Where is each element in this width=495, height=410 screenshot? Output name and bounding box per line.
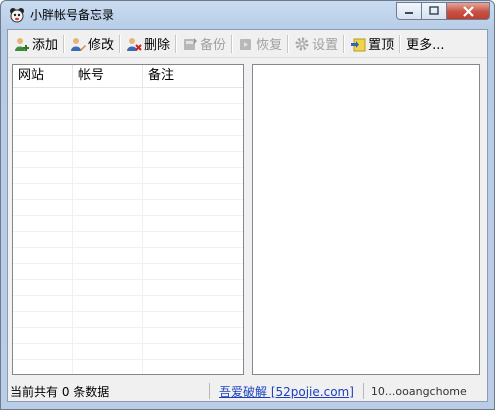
empty-grid-row bbox=[13, 296, 243, 312]
backup-label: 备份 bbox=[200, 38, 227, 53]
empty-grid-row bbox=[13, 216, 243, 232]
maximize-button[interactable] bbox=[422, 2, 447, 20]
pin-top-label: 置顶 bbox=[368, 38, 395, 53]
empty-grid-row bbox=[13, 168, 243, 184]
toolbar-separator bbox=[175, 34, 178, 53]
empty-grid-row bbox=[13, 312, 243, 328]
toolbar-separator bbox=[63, 34, 66, 53]
client-area: 添加 修改 删除 备份 恢复 设置 置顶 更多... 网站 帐号 备注 当前共有… bbox=[7, 29, 488, 402]
empty-grid-row bbox=[13, 344, 243, 360]
pin-top-icon bbox=[351, 38, 366, 51]
delete-label: 删除 bbox=[144, 38, 171, 53]
close-icon bbox=[462, 5, 474, 17]
empty-grid-row bbox=[13, 152, 243, 168]
more-button[interactable]: 更多... bbox=[403, 33, 447, 55]
column-header-note[interactable]: 备注 bbox=[143, 65, 233, 87]
edit-button[interactable]: 修改 bbox=[67, 33, 117, 55]
toolbar-separator bbox=[399, 34, 402, 53]
restore-button[interactable]: 恢复 bbox=[235, 33, 285, 55]
app-window: 小胖帐号备忘录 添加 修改 删除 备份 恢复 设置 置顶 更多... 网站 帐号… bbox=[0, 0, 495, 410]
empty-grid-row bbox=[13, 104, 243, 120]
empty-grid-row bbox=[13, 280, 243, 296]
record-count: 当前共有 0 条数据 bbox=[10, 384, 110, 399]
window-title: 小胖帐号备忘录 bbox=[30, 8, 115, 22]
toolbar-separator bbox=[231, 34, 234, 53]
list-header: 网站 帐号 备注 bbox=[13, 65, 243, 88]
status-url: 10...ooangchome bbox=[370, 384, 467, 398]
list-grid bbox=[13, 88, 243, 374]
delete-button[interactable]: 删除 bbox=[123, 33, 173, 55]
edit-user-icon bbox=[71, 37, 87, 51]
empty-grid-row bbox=[13, 120, 243, 136]
status-bar: 当前共有 0 条数据 吾爱破解 [52pojie.com] 10...ooang… bbox=[8, 381, 487, 401]
empty-grid-row bbox=[13, 136, 243, 152]
website-link[interactable]: 吾爱破解 [52pojie.com] bbox=[213, 383, 360, 400]
toolbar-separator bbox=[119, 34, 122, 53]
empty-grid-row bbox=[13, 360, 243, 374]
pin-top-button[interactable]: 置顶 bbox=[347, 33, 397, 55]
add-label: 添加 bbox=[32, 38, 59, 53]
maximize-icon bbox=[429, 6, 439, 15]
delete-user-icon bbox=[127, 37, 142, 51]
app-icon bbox=[10, 8, 24, 23]
column-header-account[interactable]: 帐号 bbox=[73, 65, 143, 87]
column-header-website[interactable]: 网站 bbox=[13, 65, 73, 87]
details-panel[interactable] bbox=[252, 64, 480, 375]
settings-button[interactable]: 设置 bbox=[291, 33, 341, 55]
status-separator bbox=[209, 383, 210, 399]
empty-grid-row bbox=[13, 88, 243, 104]
toolbar-separator bbox=[287, 34, 290, 53]
status-separator bbox=[362, 383, 364, 399]
settings-label: 设置 bbox=[312, 38, 339, 53]
add-button[interactable]: 添加 bbox=[11, 33, 61, 55]
restore-label: 恢复 bbox=[256, 38, 283, 53]
toolbar-separator bbox=[343, 34, 346, 53]
edit-label: 修改 bbox=[88, 38, 115, 53]
minimize-icon bbox=[405, 12, 413, 14]
backup-button[interactable]: 备份 bbox=[179, 33, 229, 55]
accounts-list[interactable]: 网站 帐号 备注 bbox=[12, 64, 244, 375]
empty-grid-row bbox=[13, 232, 243, 248]
more-label: 更多... bbox=[406, 38, 445, 53]
empty-grid-row bbox=[13, 328, 243, 344]
backup-icon bbox=[184, 37, 198, 50]
close-button[interactable] bbox=[447, 2, 490, 20]
add-user-icon bbox=[15, 37, 29, 51]
empty-grid-row bbox=[13, 264, 243, 280]
restore-icon bbox=[240, 38, 252, 50]
toolbar: 添加 修改 删除 备份 恢复 设置 置顶 更多... bbox=[8, 30, 487, 58]
window-controls bbox=[396, 2, 490, 20]
empty-grid-row bbox=[13, 200, 243, 216]
empty-grid-row bbox=[13, 184, 243, 200]
title-bar[interactable]: 小胖帐号备忘录 bbox=[1, 1, 494, 29]
minimize-button[interactable] bbox=[396, 2, 422, 20]
empty-grid-row bbox=[13, 248, 243, 264]
settings-gear-icon bbox=[295, 37, 309, 50]
